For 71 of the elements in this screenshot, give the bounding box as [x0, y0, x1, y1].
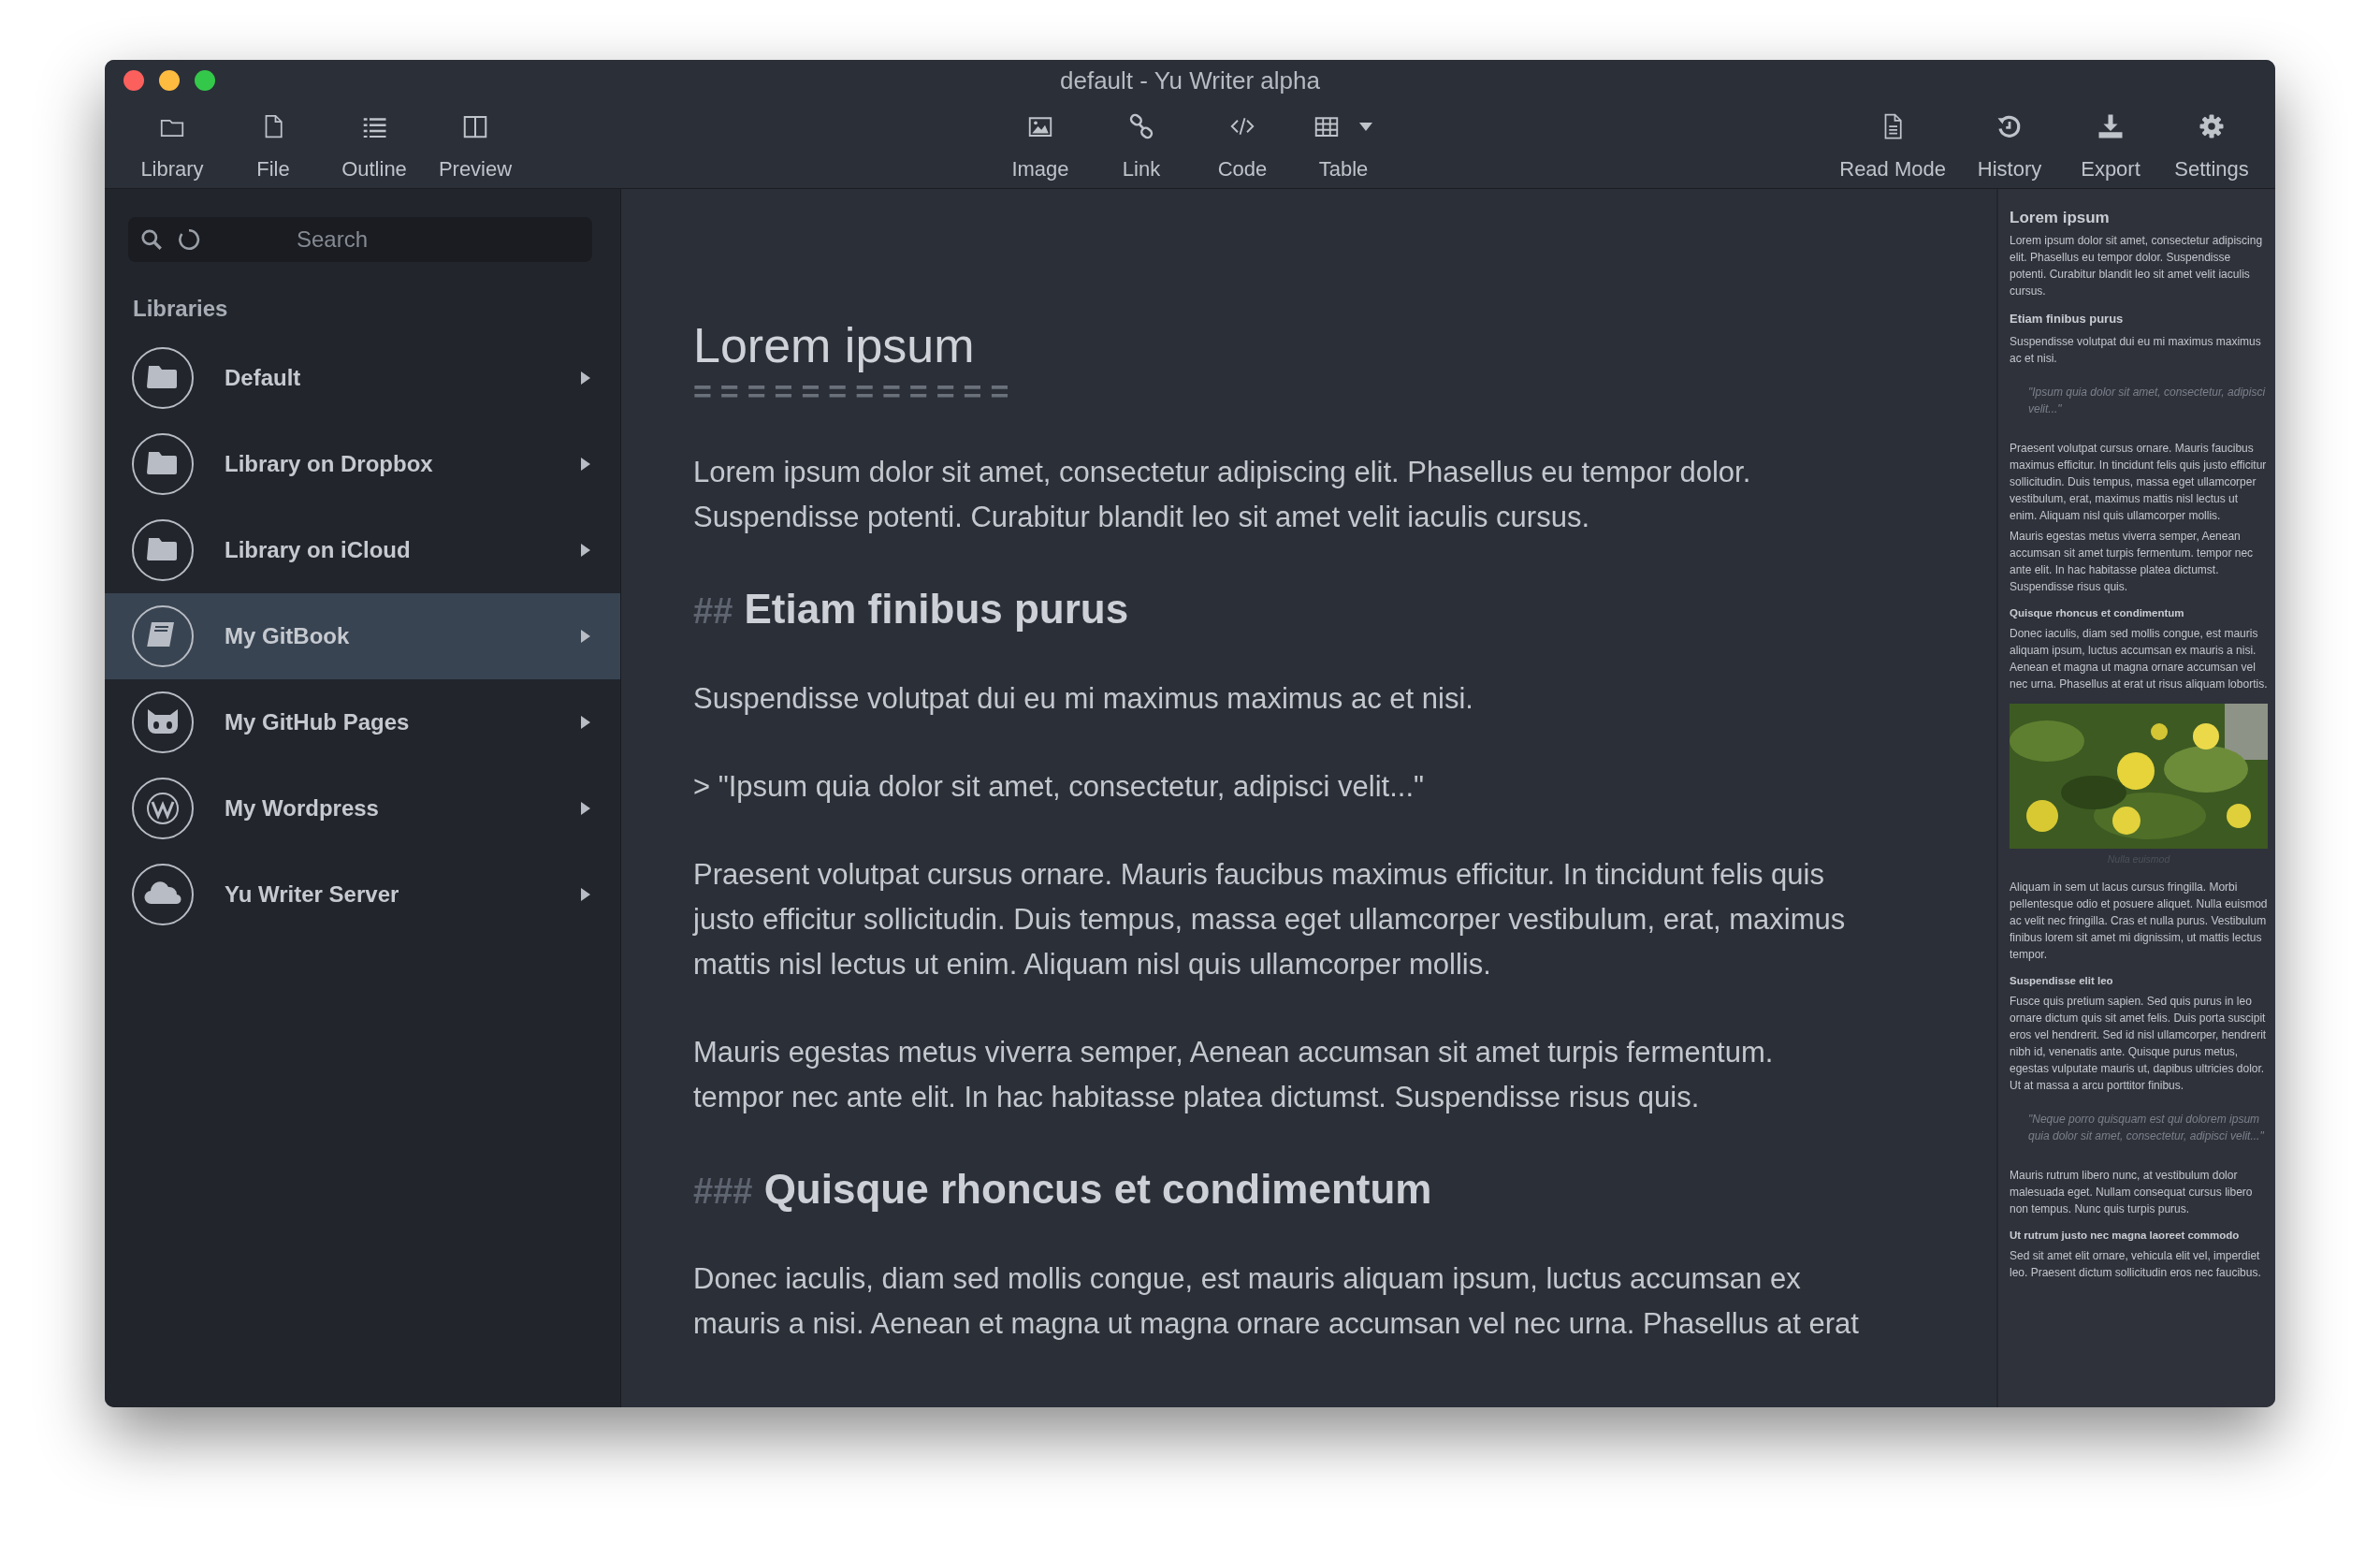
preview-paragraph: Fusce quis pretium sapien. Sed quis purus in leo ornare dictum quis sit amet felis. Duis porta suscipit eros vel hendrerit. Sed id nisl ullamcorper, hendrerit nibh id, venenatis ante. Quisque purus metus, egestas vulputate mauris ut, dapibus ultricies dolor. Ut at massa a arcu porttitor finibus. [2010, 994, 2268, 1094]
paragraph: Suspendisse volutpat dui eu mi maximus maximus ac et nisi. [693, 681, 1474, 717]
library-item[interactable]: My Wordpress [105, 765, 620, 851]
cloud-icon [131, 863, 195, 926]
preview-paragraph: Aliquam in sem ut lacus cursus fringilla. Morbi pellentesque odio et posuere aliquet. Nulla euismod ac velit nec fringilla. Cras et nulla purus. Vestibulum finibus lorem sit amet mi dignissim, ut mattis lectus tempor. [2010, 880, 2268, 963]
paragraph: > "Ipsum quia dolor sit amet, consectetur, adipisci velit..." [693, 769, 1425, 805]
paragraph: Mauris egestas metus viverra semper, Aenean accumsan sit amet turpis fermentum. tempor nec ante elit. In hac habitasse platea dictumst. Suspendisse risus quis. [693, 1035, 1775, 1115]
preview-quote: "Neque porro quisquam est qui dolorem ipsum quia dolor sit amet, consectetur, adipisci velit..." [2027, 1112, 2265, 1144]
library-item[interactable]: Library on Dropbox [105, 421, 620, 507]
caret-icon [579, 370, 592, 386]
preview-paragraph: Donec iaculis, diam sed mollis congue, est mauris aliquam ipsum, luctus accumsan ex mauris a nisi. Aenean et magna ut magna ornare accumsan vel nec urna. Phasellus at erat ut risus aliquam lobortis. [2010, 626, 2268, 692]
library-item[interactable]: My GitBook [105, 593, 620, 679]
library-item[interactable]: Default [105, 335, 620, 421]
paragraph: Donec iaculis, diam sed mollis congue, est mauris aliquam ipsum, luctus accumsan ex mauris a nisi. Aenean et magna ut magna ornare accumsan vel nec urna. Phasellus at erat [693, 1261, 1860, 1342]
caret-icon [579, 886, 592, 903]
library-item[interactable]: My GitHub Pages [105, 679, 620, 765]
folder-icon [131, 432, 195, 496]
preview-heading: Suspendisse elit leo [2010, 974, 2113, 988]
toolbar-button[interactable]: Code [1192, 109, 1293, 188]
preview-paragraph: Lorem ipsum dolor sit amet, consectetur adipiscing elit. Phasellus eu tempor dolor. Suspendisse potenti. Curabitur blandit leo sit amet velit iaculis cursus. [2010, 233, 2264, 299]
section-label: Libraries [132, 295, 228, 323]
preview-paragraph: Sed sit amet elit ornare, vehicula elit vel, imperdiet leo. Praesent dictum sollicitudin eros nec faucibus. [2010, 1248, 2262, 1281]
preview-heading: Lorem ipsum [2010, 210, 2110, 226]
toolbar-button[interactable]: Image [990, 109, 1091, 188]
toolbar-button[interactable]: Settings [2161, 109, 2262, 188]
w-circle-icon [131, 777, 195, 840]
toolbar-button[interactable]: Read Mode [1826, 109, 1959, 188]
toolbar-button[interactable]: Table [1293, 109, 1394, 188]
toolbar-button[interactable]: Library [122, 109, 223, 188]
toolbar-button[interactable]: Link [1091, 109, 1192, 188]
preview-paragraph: Mauris egestas metus viverra semper, Aenean accumsan sit amet turpis fermentum. tempor nec ante elit. In hac habitasse platea dictumst. Suspendisse risus quis. [2010, 529, 2255, 595]
caret-icon[interactable] [1357, 121, 1374, 132]
caret-icon [579, 628, 592, 645]
paragraph: Praesent volutpat cursus ornare. Mauris faucibus maximus efficitur. In tincidunt felis quis justo efficitur sollicitudin. Duis tempus, massa eget ullamcorper vestibulum, erat, maximus mattis nisl lectus ut enim. Aliquam nisl quis ullamcorper mollis. [693, 857, 1847, 982]
preview-paragraph: Mauris rutrum libero nunc, at vestibulum dolor malesuada eget. Nullam consequat cursus libero non tempus. Nunc quis turpis purus. [2010, 1168, 2254, 1217]
preview-paragraph: Suspendisse volutpat dui eu mi maximus maximus ac et nisi. [2010, 334, 2262, 367]
preview-quote: "Ipsum quia dolor sit amet, consectetur, adipisci velit..." [2027, 385, 2267, 417]
caret-icon [579, 800, 592, 817]
download-icon [2097, 112, 2125, 140]
toolbar-button[interactable]: Export [2060, 109, 2161, 188]
folder-icon [131, 346, 195, 410]
heading: ## Etiam finibus purus [693, 585, 1129, 633]
window-title: default - Yu Writer alpha [1060, 65, 1320, 95]
library-item[interactable]: Library on iCloud [105, 507, 620, 593]
preview-heading: Etiam finibus purus [2010, 311, 2124, 327]
toolbar-button[interactable]: Preview [425, 109, 526, 188]
link-icon [1127, 112, 1155, 140]
toolbar-button[interactable]: File [223, 109, 324, 188]
cat-icon [131, 691, 195, 754]
preview-heading: Quisque rhoncus et condimentum [2010, 606, 2184, 620]
toolbar-button[interactable]: Outline [324, 109, 425, 188]
settings-icon [2198, 112, 2226, 140]
zoom-button[interactable] [195, 70, 215, 91]
heading: ### Quisque rhoncus et condimentum [693, 1165, 1432, 1214]
preview-heading: Ut rutrum justo nec magna laoreet commodo [2010, 1229, 2240, 1243]
caret-icon [579, 714, 592, 731]
caret-icon [579, 542, 592, 559]
toolbar-button[interactable]: History [1959, 109, 2060, 188]
search-field[interactable]: Search [128, 217, 592, 262]
search-icon [139, 227, 164, 252]
library-item[interactable]: Yu Writer Server [105, 851, 620, 938]
folder-icon [131, 518, 195, 582]
heading-underline: ============ [693, 375, 1018, 407]
heading: Lorem ipsum [693, 317, 975, 374]
preview-paragraph: Praesent volutpat cursus ornare. Mauris faucibus maximus efficitur. In tincidunt felis quis justo efficitur sollicitudin. Duis tempus, massa eget ullamcorper vestibulum, erat, maximus mattis nisl lectus ut enim. Aliquam nisl quis ullamcorper mollis. [2010, 441, 2268, 524]
paragraph: Lorem ipsum dolor sit amet, consectetur adipiscing elit. Phasellus eu tempor dolor. Suspendisse potenti. Curabitur blandit leo sit amet velit iaculis cursus. [693, 455, 1752, 535]
ring-icon [177, 227, 201, 252]
book-icon [131, 604, 195, 668]
close-button[interactable] [123, 70, 144, 91]
caret-icon [579, 456, 592, 473]
minimize-button[interactable] [159, 70, 180, 91]
